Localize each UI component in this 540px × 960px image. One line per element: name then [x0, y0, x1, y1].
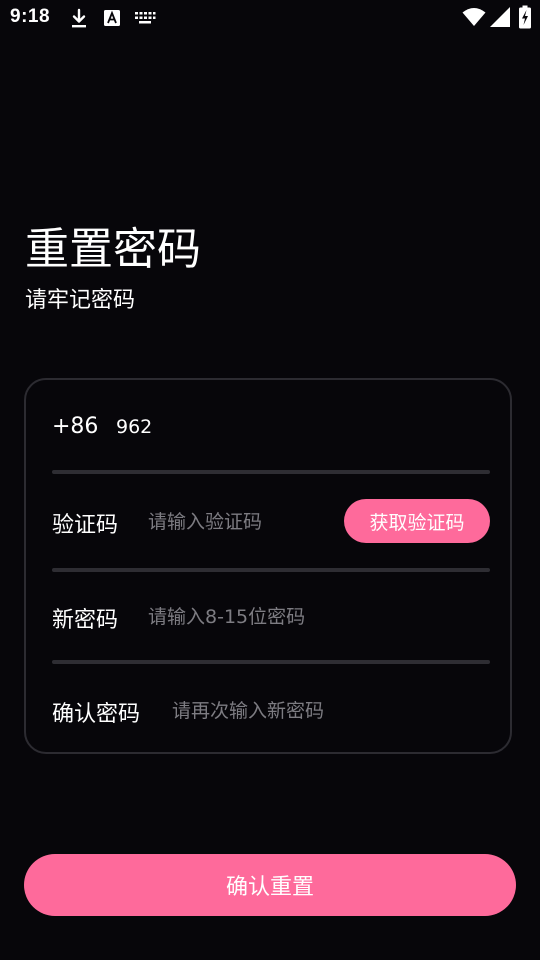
- download-icon: [69, 8, 89, 34]
- verification-label: 验证码: [52, 513, 119, 538]
- phone-row: +86: [52, 408, 490, 448]
- confirm-password-label: 确认密码: [52, 702, 141, 727]
- phone-input[interactable]: [116, 412, 476, 442]
- verification-row: 验证码 获取验证码: [52, 498, 490, 544]
- font-a-icon: [103, 8, 121, 32]
- page-title: 重置密码: [25, 224, 201, 275]
- divider: [52, 568, 490, 572]
- country-code[interactable]: +86: [52, 414, 98, 439]
- battery-charging-icon: [518, 5, 532, 33]
- reset-password-screen: 9:18 重置密码 请牢记密码 +86 962 验证码 请输入验证码 获取验证码…: [0, 0, 540, 960]
- status-time: 9:18: [10, 6, 51, 27]
- page-subtitle: 请牢记密码: [25, 288, 136, 313]
- get-verification-code-button[interactable]: 获取验证码: [344, 499, 490, 543]
- divider: [52, 470, 490, 474]
- wifi-icon: [462, 6, 486, 32]
- new-password-label: 新密码: [52, 608, 119, 633]
- confirm-password-input[interactable]: [172, 696, 482, 726]
- confirm-reset-button[interactable]: 确认重置: [24, 854, 516, 916]
- status-bar: 9:18: [0, 0, 540, 38]
- divider: [52, 660, 490, 664]
- reset-form-card: +86 验证码 获取验证码 新密码 确认密码: [24, 378, 512, 754]
- keyboard-icon: [134, 8, 156, 32]
- verification-code-input[interactable]: [148, 507, 338, 537]
- new-password-row: 新密码: [52, 594, 490, 638]
- new-password-input[interactable]: [148, 602, 478, 632]
- confirm-password-row: 确认密码: [52, 688, 490, 732]
- cellular-signal-icon: [489, 6, 511, 32]
